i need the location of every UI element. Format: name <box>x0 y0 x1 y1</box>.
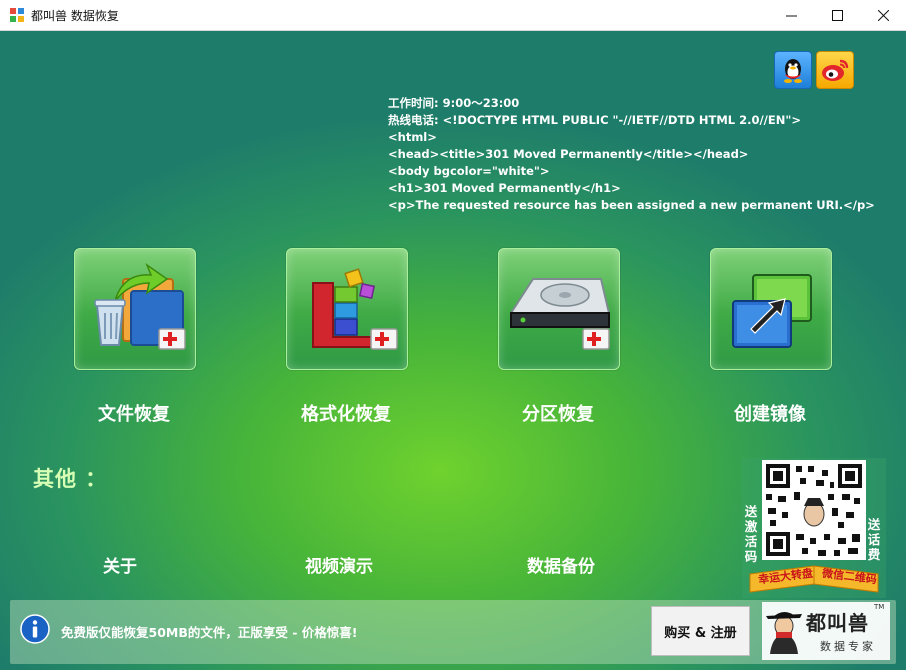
free-credit-text: 送话费 <box>867 517 881 562</box>
file-recovery-icon <box>94 262 186 350</box>
qq-button[interactable] <box>774 51 812 89</box>
window-title: 都叫兽 数据恢复 <box>31 9 119 23</box>
qr-promo[interactable]: 送激活码 送话费 幸运大转盘 微信二维码 <box>742 458 886 598</box>
about-link[interactable]: 关于 <box>103 552 137 577</box>
work-hours: 工作时间: 9:00～23:00 <box>388 96 520 110</box>
brand-subtitle: 数据专家 <box>820 640 876 653</box>
info-line: <h1>301 Moved Permanently</h1> <box>388 181 621 195</box>
qq-penguin-icon <box>784 59 802 83</box>
app-logo-icon <box>10 8 24 22</box>
other-section-label: 其他 ： <box>33 467 108 491</box>
create-image-label[interactable]: 创建镜像 <box>700 400 840 426</box>
close-icon <box>877 9 889 21</box>
partition-recovery-button[interactable] <box>498 248 620 370</box>
format-recovery-label[interactable]: 格式化恢复 <box>276 400 416 426</box>
info-line: <p>The requested resource has been assig… <box>388 198 875 212</box>
main-panel: 工作时间: 9:00～23:00 热线电话: <!DOCTYPE HTML PUB… <box>0 31 906 670</box>
buy-register-button[interactable]: 购买 & 注册 <box>651 606 750 656</box>
free-code-text: 送激活码 <box>744 504 758 564</box>
app-window: 都叫兽 数据恢复 工作时间: 9:00～23:00 热线电话: <!DOCTYP… <box>0 0 906 670</box>
info-line: <head><title>301 Moved Permanently</titl… <box>388 147 749 161</box>
maximize-icon <box>831 9 843 21</box>
weibo-icon <box>822 59 849 81</box>
minimize-icon <box>785 15 797 16</box>
hotline: 热线电话: <!DOCTYPE HTML PUBLIC "-//IETF//DT… <box>388 113 801 127</box>
create-image-icon <box>732 274 812 348</box>
trademark-mark: TM <box>874 603 885 611</box>
info-icon <box>20 614 50 644</box>
info-line: <html> <box>388 130 437 144</box>
partition-recovery-icon <box>509 278 611 350</box>
format-recovery-button[interactable] <box>286 248 408 370</box>
partition-recovery-label[interactable]: 分区恢复 <box>488 400 628 426</box>
contact-info: 工作时间: 9:00～23:00 热线电话: <!DOCTYPE HTML PUB… <box>388 95 875 214</box>
title-bar[interactable]: 都叫兽 数据恢复 <box>0 0 906 31</box>
file-recovery-button[interactable] <box>74 248 196 370</box>
maximize-button[interactable] <box>814 0 860 30</box>
file-recovery-label[interactable]: 文件恢复 <box>64 400 204 426</box>
info-line: <body bgcolor="white"> <box>388 164 550 178</box>
video-demo-link[interactable]: 视频演示 <box>305 552 373 577</box>
free-version-notice: 免费版仅能恢复50MB的文件，正版享受 - 价格惊喜! <box>61 625 358 640</box>
format-recovery-icon <box>312 268 398 350</box>
brand-logo: 都叫兽 TM 数据专家 <box>762 602 890 660</box>
brand-name: 都叫兽 <box>806 611 869 635</box>
weibo-button[interactable] <box>816 51 854 89</box>
close-button[interactable] <box>860 0 906 30</box>
minimize-button[interactable] <box>768 0 814 30</box>
data-backup-link[interactable]: 数据备份 <box>527 552 595 577</box>
create-image-button[interactable] <box>710 248 832 370</box>
status-bar: 免费版仅能恢复50MB的文件，正版享受 - 价格惊喜! 购买 & 注册 都叫兽 … <box>10 600 896 664</box>
